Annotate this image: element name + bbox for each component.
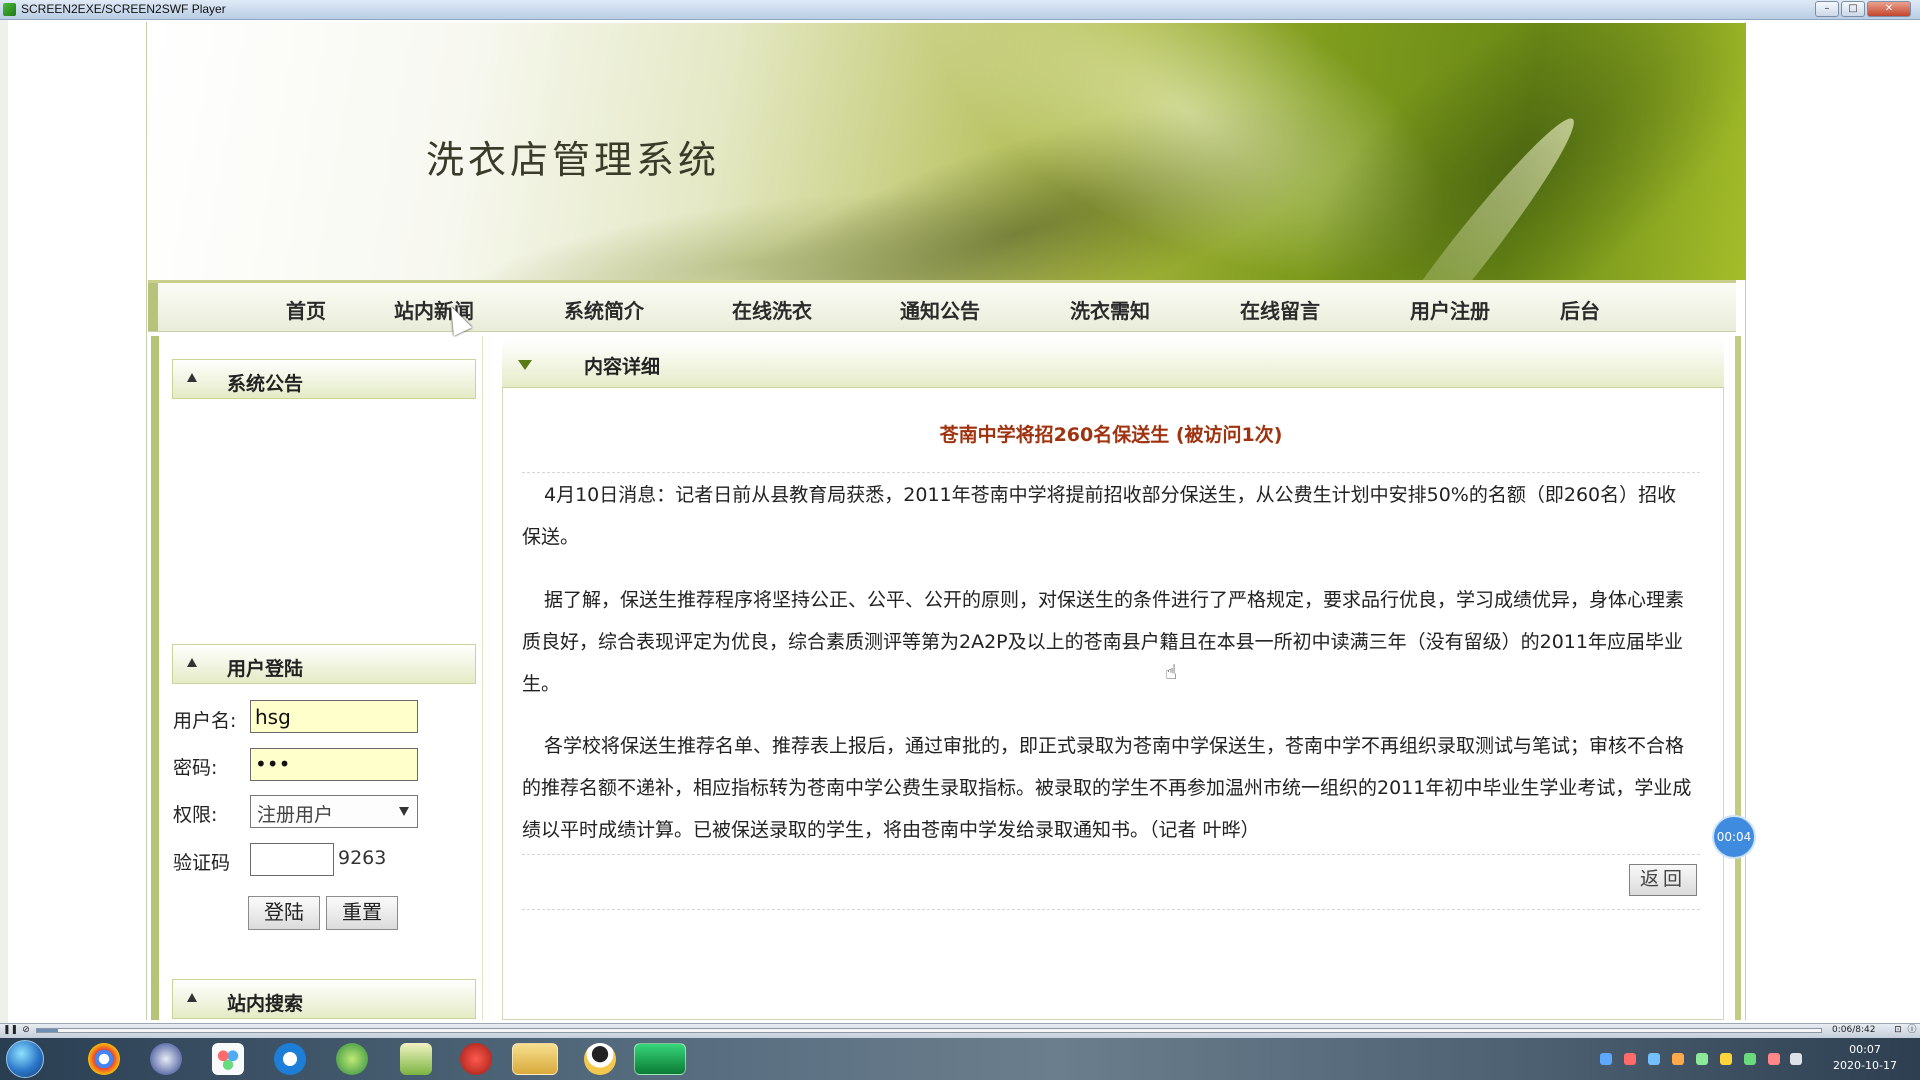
maximize-button[interactable]: □ (1841, 1, 1865, 17)
expand-triangle-icon (518, 360, 532, 370)
nav-notices[interactable]: 通知公告 (900, 295, 980, 324)
divider (522, 854, 1700, 855)
captcha-code: 9263 (338, 847, 387, 869)
playback-time: 0:06/8:42 (1832, 1025, 1876, 1035)
stop-icon[interactable]: ⊘ (20, 1025, 32, 1036)
divider (522, 909, 1700, 910)
browser-q-icon[interactable] (274, 1043, 306, 1075)
flash-icon[interactable] (460, 1043, 492, 1075)
nav-laundry-guide[interactable]: 洗衣需知 (1070, 295, 1150, 324)
info-icon[interactable]: ⓘ (1906, 1025, 1918, 1036)
tray-app-icon[interactable] (1624, 1053, 1636, 1065)
login-button[interactable]: 登陆 (248, 896, 320, 930)
qq-icon[interactable] (584, 1043, 616, 1075)
password-input[interactable]: ••• (250, 748, 418, 781)
nav-register[interactable]: 用户注册 (1410, 295, 1490, 324)
recording-timer-bubble: 00:04 (1712, 815, 1756, 859)
collapse-triangle-icon (187, 993, 197, 1002)
tray-battery-icon[interactable] (1744, 1053, 1756, 1065)
article-paragraph: 4月10日消息：记者日前从县教育局获悉，2011年苍南中学将提前招收部分保送生，… (522, 484, 1677, 548)
nav-admin[interactable]: 后台 (1560, 295, 1600, 324)
tray-qq-icon[interactable] (1720, 1053, 1732, 1065)
role-select[interactable]: 注册用户 (250, 795, 418, 828)
nav-home[interactable]: 首页 (286, 295, 326, 324)
article-paragraph: 各学校将保送生推荐名单、推荐表上报后，通过审批的，即正式录取为苍南中学保送生，苍… (522, 735, 1692, 841)
seek-slider[interactable] (36, 1028, 1822, 1033)
tray-volume-icon[interactable] (1768, 1053, 1780, 1065)
seek-progress (37, 1029, 59, 1032)
nav-system-intro[interactable]: 系统简介 (564, 295, 644, 324)
collapse-triangle-icon (187, 658, 197, 667)
collapse-triangle-icon (187, 373, 197, 382)
divider (522, 472, 1700, 473)
player-app-icon (3, 3, 16, 16)
site-banner: 洗衣店管理系统 (148, 23, 1746, 280)
password-label: 密码: (173, 757, 218, 779)
nav-guestbook[interactable]: 在线留言 (1240, 295, 1320, 324)
article-title: 苍南中学将招260名保送生 (被访问1次) (939, 424, 1283, 446)
viewport-edge (0, 20, 8, 1023)
windows-taskbar: 00:07 2020-10-17 (0, 1038, 1920, 1080)
media-icon[interactable] (150, 1043, 182, 1075)
back-button[interactable]: 返回 (1629, 864, 1697, 896)
announcement-panel-header[interactable]: 系统公告 (172, 359, 476, 399)
article-paragraph: 据了解，保送生推荐程序将坚持公正、公平、公开的原则，对保送生的条件进行了严格规定… (522, 589, 1685, 695)
username-input[interactable] (250, 700, 418, 733)
role-select-value: 注册用户 (257, 804, 334, 826)
tray-network-icon[interactable] (1600, 1053, 1612, 1065)
reset-button[interactable]: 重置 (326, 896, 398, 930)
tray-arrow-icon[interactable] (1672, 1053, 1684, 1065)
fullscreen-icon[interactable]: ⊡ (1892, 1025, 1904, 1036)
minimize-button[interactable]: – (1815, 1, 1839, 17)
baidu-netdisk-icon[interactable] (212, 1043, 244, 1075)
clock-date: 2020-10-17 (1833, 1059, 1897, 1072)
start-button[interactable] (6, 1040, 44, 1078)
close-button[interactable]: ✕ (1867, 1, 1911, 17)
captcha-input[interactable] (250, 843, 334, 876)
captcha-label: 验证码 (173, 852, 231, 874)
player-icon[interactable] (634, 1043, 686, 1075)
explorer-icon[interactable] (512, 1043, 558, 1075)
search-panel-header[interactable]: 站内搜索 (172, 979, 476, 1019)
login-panel-header[interactable]: 用户登陆 (172, 644, 476, 684)
system-tray (1596, 1050, 1806, 1068)
nav-online-laundry[interactable]: 在线洗衣 (732, 295, 812, 324)
hand-cursor-icon: ☝ (1165, 660, 1178, 684)
main-nav: 首页 站内新闻 系统简介 在线洗衣 通知公告 洗衣需知 在线留言 用户注册 后台 (148, 280, 1736, 332)
tray-sync-icon[interactable] (1696, 1053, 1708, 1065)
tray-monitor-icon[interactable] (1790, 1053, 1802, 1065)
clock-time: 00:07 (1849, 1043, 1881, 1056)
taskbar-clock[interactable]: 00:07 2020-10-17 (1820, 1042, 1910, 1074)
username-label: 用户名: (173, 710, 237, 732)
chevron-down-icon (399, 807, 409, 816)
pause-icon[interactable]: ❚❚ (3, 1025, 18, 1036)
tray-shield-icon[interactable] (1648, 1053, 1660, 1065)
window-titlebar: SCREEN2EXE/SCREEN2SWF Player – □ ✕ (0, 0, 1920, 20)
site-title: 洗衣店管理系统 (426, 138, 721, 182)
playback-bar: ❚❚ ⊘ 0:06/8:42 ⊡ ⓘ (0, 1023, 1920, 1038)
role-label: 权限: (173, 804, 218, 826)
notepad-icon[interactable] (400, 1043, 432, 1075)
app-leaf-icon[interactable] (336, 1043, 368, 1075)
right-decoration-rail (1735, 336, 1741, 1020)
content-panel-header: 内容详细 (502, 340, 1724, 388)
chrome-icon[interactable] (88, 1043, 120, 1075)
window-title: SCREEN2EXE/SCREEN2SWF Player (21, 2, 226, 16)
left-decoration-rail (151, 336, 159, 1020)
